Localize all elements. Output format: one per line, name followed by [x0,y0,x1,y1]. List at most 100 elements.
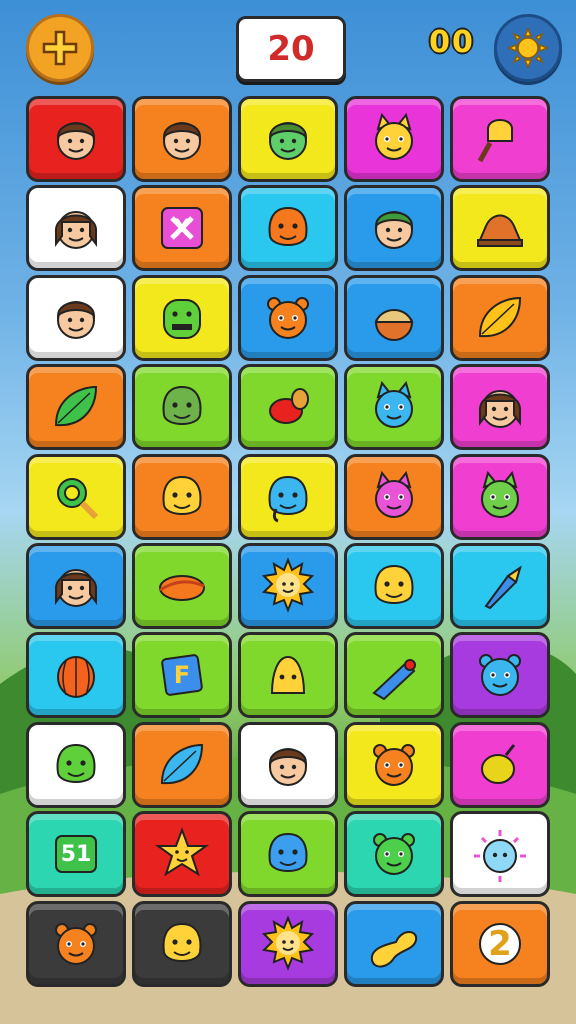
green-dragon-icon [481,470,519,518]
tile-r6-c3[interactable] [238,543,338,629]
tile-r7-c5[interactable] [450,632,550,719]
orange-bear-icon [267,296,309,339]
tile-r4-c5[interactable] [450,364,550,451]
pink-cat-icon [375,470,413,518]
score-display: 20 [236,16,346,82]
tile-r1-c4[interactable] [344,96,444,182]
yellow-star-face-icon [154,827,210,877]
tile-r2-c1[interactable] [26,185,126,272]
tile-r10-c3[interactable] [238,900,338,987]
rocket-icon [484,565,522,610]
tile-r2-c5[interactable] [450,185,550,272]
tile-r4-c4[interactable] [344,364,444,451]
green-ogre-icon [162,386,202,426]
tile-label: F [173,661,191,690]
cross-star-icon [42,30,78,66]
boy-face-icon [56,122,96,160]
tile-r5-c4[interactable] [344,453,444,540]
tile-r1-c1[interactable] [26,96,126,182]
green-monster-icon [163,298,201,339]
tile-r7-c3[interactable] [238,632,338,719]
tile-r3-c3[interactable] [238,274,338,361]
sun-face-icon [261,557,315,613]
tile-r4-c3[interactable] [238,364,338,451]
sun-gear-icon [507,27,549,69]
tile-r5-c3[interactable] [238,453,338,540]
score-value: 20 [267,29,315,69]
tile-r8-c1[interactable] [26,721,126,808]
tile-r6-c5[interactable] [450,543,550,629]
green-leaf-icon [54,386,98,427]
orange-ball-icon [57,656,95,699]
boy-face-icon [268,747,308,786]
blue-bear-icon [479,654,521,697]
tile-r10-c4[interactable] [344,900,444,987]
tile-r8-c2[interactable] [132,721,232,808]
tile-r1-c2[interactable] [132,96,232,182]
yellow-cat-icon [375,112,413,160]
tile-r9-c5[interactable] [450,811,550,898]
settings-button[interactable] [494,14,562,82]
leaf-icon [478,296,522,337]
tile-r10-c1[interactable] [26,900,126,987]
tile-r8-c4[interactable] [344,721,444,808]
tile-r7-c2[interactable]: F [132,632,232,719]
tile-r1-c5[interactable] [450,96,550,182]
blue-top-icon [372,659,416,701]
green-frog-icon [373,833,415,876]
orange-bear-icon [373,743,415,786]
acorn-icon [374,308,414,341]
menu-button[interactable] [26,14,94,82]
tile-r9-c4[interactable] [344,811,444,898]
tile-r2-c4[interactable] [344,185,444,272]
magnifier-icon [57,477,99,519]
tile-r4-c1[interactable] [26,364,126,451]
tile-r2-c3[interactable] [238,185,338,272]
blue-blob-icon [268,833,308,873]
tile-r2-c2[interactable]: X [132,185,232,272]
shell-icon [477,214,523,248]
tile-r10-c5[interactable]: 2 [450,900,550,987]
boy-face-icon [162,122,202,160]
tile-r6-c2[interactable] [132,543,232,629]
lemon-icon [481,743,516,784]
tile-r8-c5[interactable] [450,721,550,808]
yellow-chick-icon [162,475,202,515]
tile-r6-c4[interactable] [344,543,444,629]
tile-r1-c3[interactable] [238,96,338,182]
planet-icon [159,575,205,601]
tile-r9-c2[interactable] [132,811,232,898]
blue-elephant-icon [268,475,308,523]
tile-label: X [172,214,192,243]
blue-virus-icon [474,830,526,883]
game-board: X F 51 2 [26,96,554,1006]
tile-r3-c1[interactable] [26,274,126,361]
green-face-icon [268,122,308,160]
yellow-bell-icon [270,656,306,695]
tile-r5-c2[interactable] [132,453,232,540]
tile-r7-c1[interactable] [26,632,126,719]
tile-r5-c1[interactable] [26,453,126,540]
girl-face-icon [54,569,98,607]
moves-counter: 00 [429,24,475,60]
tile-r9-c1[interactable]: 51 [26,811,126,898]
tile-r10-c2[interactable] [132,900,232,987]
boy-face-icon [56,300,96,339]
tile-label: 51 [60,841,92,867]
tile-r7-c4[interactable] [344,632,444,719]
tile-r9-c3[interactable] [238,811,338,898]
tile-r5-c5[interactable] [450,453,550,540]
blue-leaf-icon [160,743,204,784]
yellow-peanut-icon [370,930,418,968]
red-fruit-icon [269,388,309,425]
tile-r6-c1[interactable] [26,543,126,629]
orange-bear-icon [55,922,97,965]
tile-r3-c5[interactable] [450,274,550,361]
orange-blob-icon [268,207,308,247]
tile-r4-c2[interactable] [132,364,232,451]
tile-r3-c2[interactable] [132,274,232,361]
tile-r3-c4[interactable] [344,274,444,361]
girl-face-icon [54,211,98,250]
sun-face-icon [261,914,315,971]
tile-r8-c3[interactable] [238,721,338,808]
